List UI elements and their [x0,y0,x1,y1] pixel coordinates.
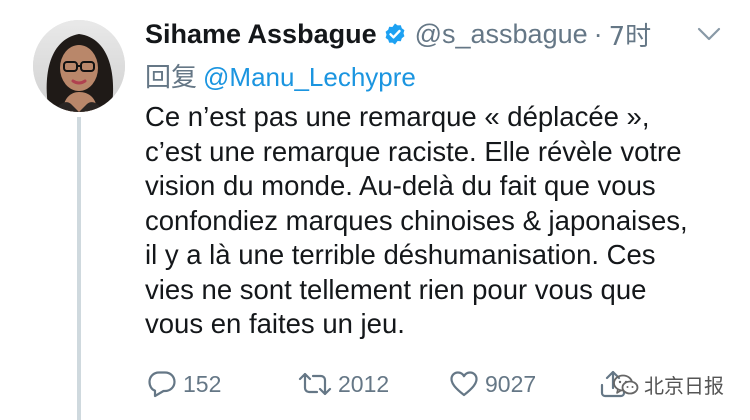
wechat-logo-icon [613,374,639,394]
watermark: 北京日报 [612,370,724,399]
retweet-count: 2012 [338,370,390,397]
like-count: 9027 [485,370,537,397]
tweet-text: Ce n’est pas une remarque « déplacée », … [145,100,735,342]
user-handle[interactable]: @s_assbague [415,19,588,50]
verified-badge-icon [383,22,407,46]
tweet-text-line: vous en faites un jeu. [145,308,405,339]
reply-user-link[interactable]: @Manu_Lechypre [203,62,416,92]
tweet-text-line: c’est une remarque raciste. Elle révèle … [145,135,682,167]
avatar[interactable] [33,20,125,112]
reply-count: 152 [183,370,222,397]
separator-dot: · [593,18,603,49]
tweet-text-line: vision du monde. Au-delà du fait que vou… [145,170,656,201]
tweet-text-line: confondiez marques chinoises & japonaise… [145,204,688,236]
retweet-button[interactable]: 2012 [298,364,389,404]
watermark-text: 北京日报 [644,374,724,398]
tweet-text-line: vies ne sont tellement rien pour vous qu… [145,273,647,305]
reply-context: 回复 @Manu_Lechypre [145,57,416,94]
retweet-icon [298,372,332,396]
tweet-text-line: il y a là une terrible déshumanisation. … [145,239,656,270]
reply-label: 回复 [145,63,198,93]
tweet-header: Sihame Assbague @s_assbague · 7时 [145,14,651,54]
thread-line [77,117,81,420]
timestamp[interactable]: 7时 [609,16,652,53]
tweet-text-line: Ce n’est pas une remarque « déplacée », [145,101,650,132]
avatar-photo [33,20,125,112]
chevron-down-icon[interactable] [696,24,722,44]
display-name[interactable]: Sihame Assbague [145,19,377,50]
reply-bubble-icon [148,371,176,398]
tweet-card: Sihame Assbague @s_assbague · 7时 回复 @Manu… [0,0,750,420]
reply-button[interactable]: 152 [147,364,221,404]
like-button[interactable]: 9027 [449,364,536,404]
heart-icon [450,371,478,397]
